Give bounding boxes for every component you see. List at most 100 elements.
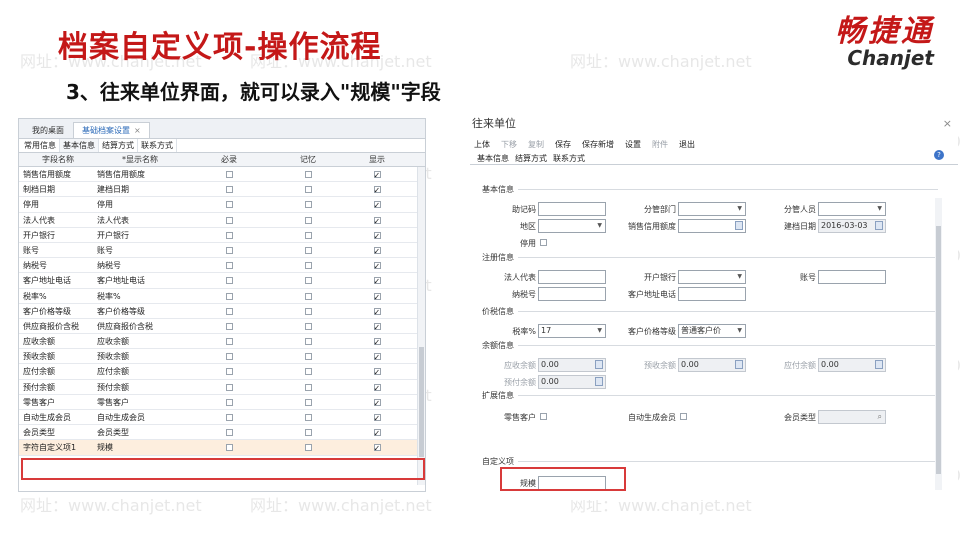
- display-name-cell[interactable]: 预付余额: [93, 380, 183, 394]
- taxno-input[interactable]: [538, 287, 606, 301]
- header-show[interactable]: 显示: [341, 153, 413, 166]
- remember-checkbox[interactable]: [304, 231, 312, 239]
- display-name-cell[interactable]: 自动生成会员: [93, 410, 183, 424]
- tab-basic-info[interactable]: 基本信息: [474, 152, 512, 164]
- required-checkbox[interactable]: [225, 186, 233, 194]
- form-scrollbar[interactable]: [935, 198, 942, 490]
- display-name-cell[interactable]: 停用: [93, 197, 183, 211]
- show-checkbox[interactable]: [373, 229, 381, 242]
- subtab-basic[interactable]: 基本信息: [60, 139, 99, 152]
- header-display-name[interactable]: *显示名称: [93, 153, 183, 166]
- display-name-cell[interactable]: 会员类型: [93, 425, 183, 439]
- remember-checkbox[interactable]: [304, 338, 312, 346]
- remember-checkbox[interactable]: [304, 414, 312, 421]
- required-checkbox[interactable]: [225, 292, 233, 300]
- tab-my-desktop[interactable]: 我的桌面: [23, 122, 73, 138]
- calculator-icon[interactable]: [595, 377, 603, 386]
- table-row[interactable]: 停用 停用: [19, 197, 425, 213]
- pricelevel-select[interactable]: 普通客户价 ▼: [678, 324, 746, 338]
- close-icon[interactable]: ×: [943, 117, 952, 130]
- addr-input[interactable]: [678, 287, 746, 301]
- remember-checkbox[interactable]: [304, 292, 312, 300]
- toolbar-button-4[interactable]: 保存新增: [582, 139, 614, 150]
- help-icon[interactable]: ?: [934, 150, 944, 160]
- required-checkbox[interactable]: [225, 171, 233, 178]
- bank-select[interactable]: ▼: [678, 270, 746, 284]
- remember-checkbox[interactable]: [304, 307, 312, 315]
- calculator-icon[interactable]: [875, 360, 883, 369]
- remember-checkbox[interactable]: [304, 368, 312, 376]
- field-name-cell[interactable]: 开户银行: [19, 228, 93, 242]
- retail-checkbox[interactable]: [540, 412, 547, 421]
- remember-checkbox[interactable]: [304, 201, 312, 209]
- show-checkbox[interactable]: [373, 274, 381, 288]
- table-row[interactable]: 字符自定义项1 规模: [19, 440, 425, 456]
- remember-checkbox[interactable]: [304, 383, 312, 391]
- table-row[interactable]: 应付余额 应付余额: [19, 364, 425, 380]
- required-checkbox[interactable]: [225, 262, 233, 270]
- display-name-cell[interactable]: 供应商报价含税: [93, 319, 183, 333]
- display-name-cell[interactable]: 账号: [93, 243, 183, 257]
- ar-input[interactable]: 0.00: [538, 358, 606, 372]
- legal-input[interactable]: [538, 270, 606, 284]
- required-checkbox[interactable]: [225, 429, 233, 437]
- scrollbar-thumb[interactable]: [936, 226, 941, 474]
- show-checkbox[interactable]: [373, 320, 381, 333]
- toolbar-button-2[interactable]: 复制: [528, 139, 544, 150]
- dept-select[interactable]: ▼: [678, 202, 746, 216]
- checkbox[interactable]: [540, 239, 547, 246]
- header-field-name[interactable]: 字段名称: [19, 153, 93, 166]
- display-name-cell[interactable]: 税率%: [93, 289, 183, 303]
- adv-pay-input[interactable]: 0.00: [538, 375, 606, 389]
- table-row[interactable]: 法人代表 法人代表: [19, 213, 425, 228]
- table-row[interactable]: 自动生成会员 自动生成会员: [19, 410, 425, 426]
- field-name-cell[interactable]: 销售信用额度: [19, 167, 93, 181]
- field-name-cell[interactable]: 制档日期: [19, 182, 93, 196]
- required-checkbox[interactable]: [225, 338, 233, 346]
- subtab-contact[interactable]: 联系方式: [138, 139, 177, 152]
- search-icon[interactable]: ⌕: [878, 411, 882, 423]
- table-row[interactable]: 预收余额 预收余额: [19, 349, 425, 365]
- toolbar-button-7[interactable]: 退出: [679, 139, 695, 150]
- required-checkbox[interactable]: [225, 201, 233, 209]
- required-checkbox[interactable]: [225, 307, 233, 315]
- adv-recv-input[interactable]: 0.00: [678, 358, 746, 372]
- required-checkbox[interactable]: [225, 398, 233, 406]
- display-name-cell[interactable]: 销售信用额度: [93, 167, 183, 181]
- calculator-icon[interactable]: [595, 360, 603, 369]
- field-name-cell[interactable]: 应收余额: [19, 334, 93, 348]
- field-name-cell[interactable]: 纳税号: [19, 258, 93, 272]
- show-checkbox[interactable]: [373, 259, 381, 272]
- table-row[interactable]: 税率% 税率%: [19, 289, 425, 304]
- table-row[interactable]: 账号 账号: [19, 243, 425, 259]
- tab-basic-archive-settings[interactable]: 基础档案设置 ×: [73, 122, 150, 138]
- subtab-settlement[interactable]: 结算方式: [99, 139, 138, 152]
- required-checkbox[interactable]: [225, 231, 233, 239]
- table-row[interactable]: 零售客户 零售客户: [19, 395, 425, 410]
- show-checkbox[interactable]: [373, 350, 381, 363]
- remember-checkbox[interactable]: [304, 444, 312, 452]
- field-name-cell[interactable]: 供应商报价含税: [19, 319, 93, 333]
- table-row[interactable]: 应收余额 应收余额: [19, 334, 425, 350]
- field-name-cell[interactable]: 零售客户: [19, 395, 93, 409]
- remember-checkbox[interactable]: [304, 429, 312, 437]
- remember-checkbox[interactable]: [304, 246, 312, 254]
- show-checkbox[interactable]: [373, 198, 381, 212]
- required-checkbox[interactable]: [225, 383, 233, 391]
- field-name-cell[interactable]: 客户价格等级: [19, 304, 93, 318]
- show-checkbox[interactable]: [373, 365, 381, 379]
- field-name-cell[interactable]: 字符自定义项1: [19, 440, 93, 454]
- table-row[interactable]: 开户银行 开户银行: [19, 228, 425, 243]
- show-checkbox[interactable]: [373, 411, 381, 424]
- remember-checkbox[interactable]: [304, 277, 312, 285]
- show-checkbox[interactable]: [373, 183, 381, 196]
- show-checkbox[interactable]: [373, 381, 381, 394]
- table-row[interactable]: 制档日期 建档日期: [19, 182, 425, 198]
- field-name-cell[interactable]: 预付余额: [19, 380, 93, 394]
- checkbox[interactable]: [540, 413, 547, 420]
- header-required[interactable]: 必录: [183, 153, 275, 166]
- show-checkbox[interactable]: [373, 305, 381, 318]
- show-checkbox[interactable]: [373, 168, 381, 181]
- display-name-cell[interactable]: 客户地址电话: [93, 273, 183, 287]
- table-row[interactable]: 预付余额 预付余额: [19, 380, 425, 395]
